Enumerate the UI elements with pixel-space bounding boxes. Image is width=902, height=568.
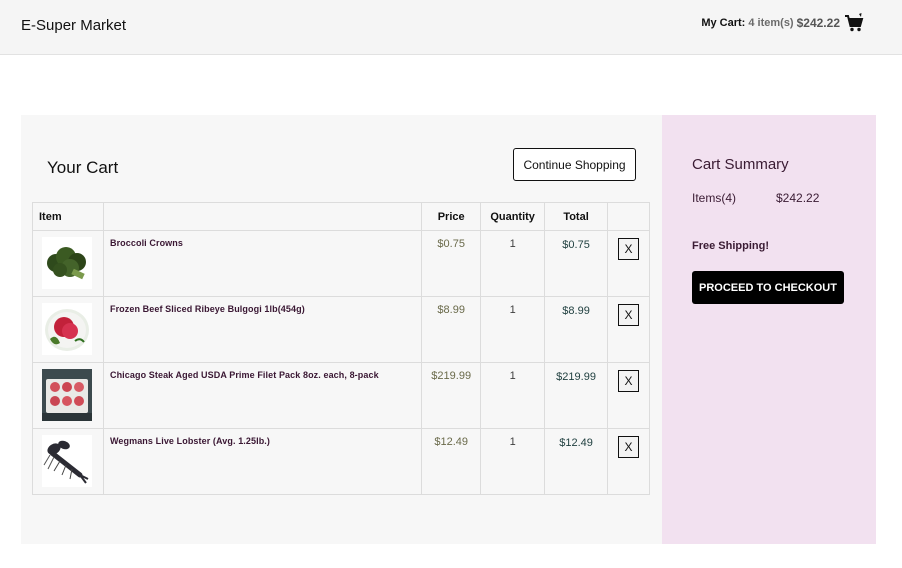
item-image-cell	[32, 428, 104, 495]
item-total: $12.49	[544, 428, 609, 495]
column-header-price: Price	[421, 202, 482, 231]
cart-header-total: $242.22	[796, 16, 840, 30]
cart-panel: Your Cart Continue Shopping Item Price Q…	[21, 115, 662, 544]
table-row: Chicago Steak Aged USDA Prime Filet Pack…	[32, 362, 650, 429]
item-quantity: 1	[480, 362, 546, 429]
column-header-name	[102, 202, 423, 231]
column-header-item: Item	[32, 202, 104, 231]
item-total: $8.99	[544, 296, 609, 363]
column-header-total: Total	[544, 202, 609, 231]
my-cart-label: My Cart:	[701, 17, 746, 29]
summary-items-amount: $242.22	[776, 191, 820, 205]
item-name[interactable]: Chicago Steak Aged USDA Prime Filet Pack…	[102, 362, 423, 429]
cart-table: Item Price Quantity Total Broccoli Crown…	[32, 202, 650, 495]
mini-cart[interactable]: My Cart: 4 item(s) $242.22	[701, 13, 864, 33]
item-price: $219.99	[421, 362, 482, 429]
item-image-cell	[32, 296, 104, 363]
beef-image[interactable]	[42, 303, 92, 355]
top-header: E-Super Market My Cart: 4 item(s) $242.2…	[0, 0, 902, 55]
lobster-image[interactable]	[42, 435, 92, 487]
cart-summary-panel: Cart Summary Items(4) $242.22 Free Shipp…	[662, 115, 876, 544]
remove-cell: X	[607, 230, 650, 297]
free-shipping-notice: Free Shipping!	[692, 240, 769, 252]
item-quantity: 1	[480, 296, 546, 363]
item-total: $219.99	[544, 362, 609, 429]
item-quantity: 1	[480, 230, 546, 297]
item-price: $12.49	[421, 428, 482, 495]
page-title: Your Cart	[47, 158, 119, 177]
brand-name[interactable]: E-Super Market	[21, 17, 126, 34]
summary-items-label: Items(4)	[692, 191, 737, 205]
table-row: Frozen Beef Sliced Ribeye Bulgogi 1lb(45…	[32, 296, 650, 363]
summary-title: Cart Summary	[692, 156, 789, 173]
remove-item-button[interactable]: X	[618, 304, 639, 326]
column-header-remove	[607, 202, 650, 231]
continue-shopping-button[interactable]: Continue Shopping	[513, 148, 636, 181]
shopping-cart-icon[interactable]	[844, 13, 864, 33]
remove-item-button[interactable]: X	[618, 436, 639, 458]
item-image-cell	[32, 362, 104, 429]
remove-item-button[interactable]: X	[618, 370, 639, 392]
table-row: Wegmans Live Lobster (Avg. 1.25lb.) $12.…	[32, 428, 650, 495]
remove-cell: X	[607, 296, 650, 363]
item-name[interactable]: Frozen Beef Sliced Ribeye Bulgogi 1lb(45…	[102, 296, 423, 363]
broccoli-image[interactable]	[42, 237, 92, 289]
proceed-to-checkout-button[interactable]: PROCEED TO CHECKOUT	[692, 271, 844, 304]
remove-cell: X	[607, 362, 650, 429]
item-price: $0.75	[421, 230, 482, 297]
remove-item-button[interactable]: X	[618, 238, 639, 260]
cart-item-count: 4 item(s)	[748, 17, 794, 29]
table-header-row: Item Price Quantity Total	[32, 202, 650, 231]
steak-image[interactable]	[42, 369, 92, 421]
remove-cell: X	[607, 428, 650, 495]
item-total: $0.75	[544, 230, 609, 297]
column-header-quantity: Quantity	[480, 202, 546, 231]
item-name[interactable]: Broccoli Crowns	[102, 230, 423, 297]
item-price: $8.99	[421, 296, 482, 363]
item-quantity: 1	[480, 428, 546, 495]
table-row: Broccoli Crowns $0.75 1 $0.75 X	[32, 230, 650, 297]
item-image-cell	[32, 230, 104, 297]
item-name[interactable]: Wegmans Live Lobster (Avg. 1.25lb.)	[102, 428, 423, 495]
